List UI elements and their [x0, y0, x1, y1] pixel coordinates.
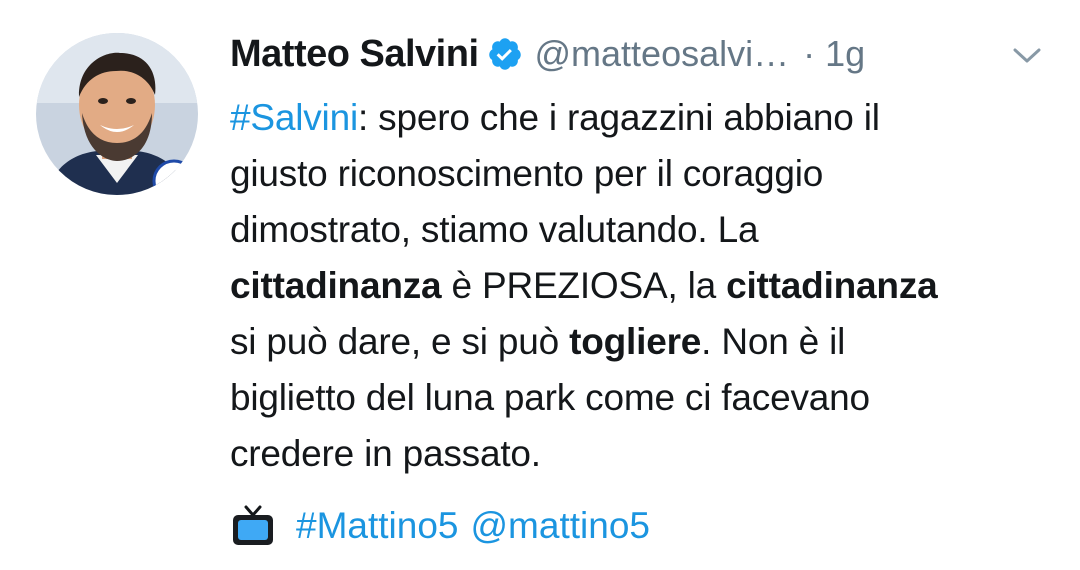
- tweet-text-segment: giusto riconoscimento per il coraggio: [230, 153, 824, 194]
- author-name[interactable]: Matteo Salvini: [230, 33, 479, 76]
- tweet-line: giusto riconoscimento per il coraggio: [230, 146, 1060, 202]
- author-handle[interactable]: @matteosalvi…: [535, 33, 790, 75]
- tweet-text-segment: si può dare, e si può: [230, 321, 570, 362]
- hashtag-link[interactable]: #Mattino5: [296, 505, 459, 547]
- tweet-text-segment: : spero che i ragazzini abbiano il: [357, 97, 880, 138]
- tweet-timestamp[interactable]: 1g: [825, 33, 865, 75]
- hashtag-link[interactable]: #Salvini: [230, 97, 358, 138]
- tweet-header: Matteo Salvini @matteosalvi… · 1g: [230, 22, 1060, 86]
- television-icon: [230, 503, 276, 549]
- tweet-text-segment: biglietto del luna park come ci facevano: [230, 377, 870, 418]
- separator-dot: ·: [803, 33, 816, 74]
- tweet-text-bold: togliere: [569, 321, 702, 362]
- tweet-text: #Salvini: spero che i ragazzini abbiano …: [230, 90, 1060, 482]
- tweet-text-segment: . Non è il: [701, 321, 846, 362]
- tweet-text-segment: credere in passato.: [230, 433, 541, 474]
- tweet-line: cittadinanza è PREZIOSA, la cittadinanza: [230, 258, 1060, 314]
- tweet-text-segment: dimostrato, stiamo valutando. La: [230, 209, 759, 250]
- tweet-text-segment: è PREZIOSA, la: [441, 265, 727, 306]
- tweet-footer-line: #Mattino5 @mattino5: [230, 498, 650, 554]
- tweet-text-bold: cittadinanza: [230, 265, 442, 306]
- mention-link[interactable]: @mattino5: [471, 505, 650, 547]
- tweet-text-bold: cittadinanza: [726, 265, 938, 306]
- tweet-line: credere in passato.: [230, 426, 1060, 482]
- avatar-image: [36, 33, 198, 195]
- tweet-line: biglietto del luna park come ci facevano: [230, 370, 1060, 426]
- avatar[interactable]: [36, 33, 198, 195]
- tweet-line: dimostrato, stiamo valutando. La: [230, 202, 1060, 258]
- tweet-line: #Salvini: spero che i ragazzini abbiano …: [230, 90, 1060, 146]
- tweet-line: si può dare, e si può togliere. Non è il: [230, 314, 1060, 370]
- verified-badge-icon: [487, 36, 523, 72]
- chevron-down-icon[interactable]: [1010, 40, 1044, 70]
